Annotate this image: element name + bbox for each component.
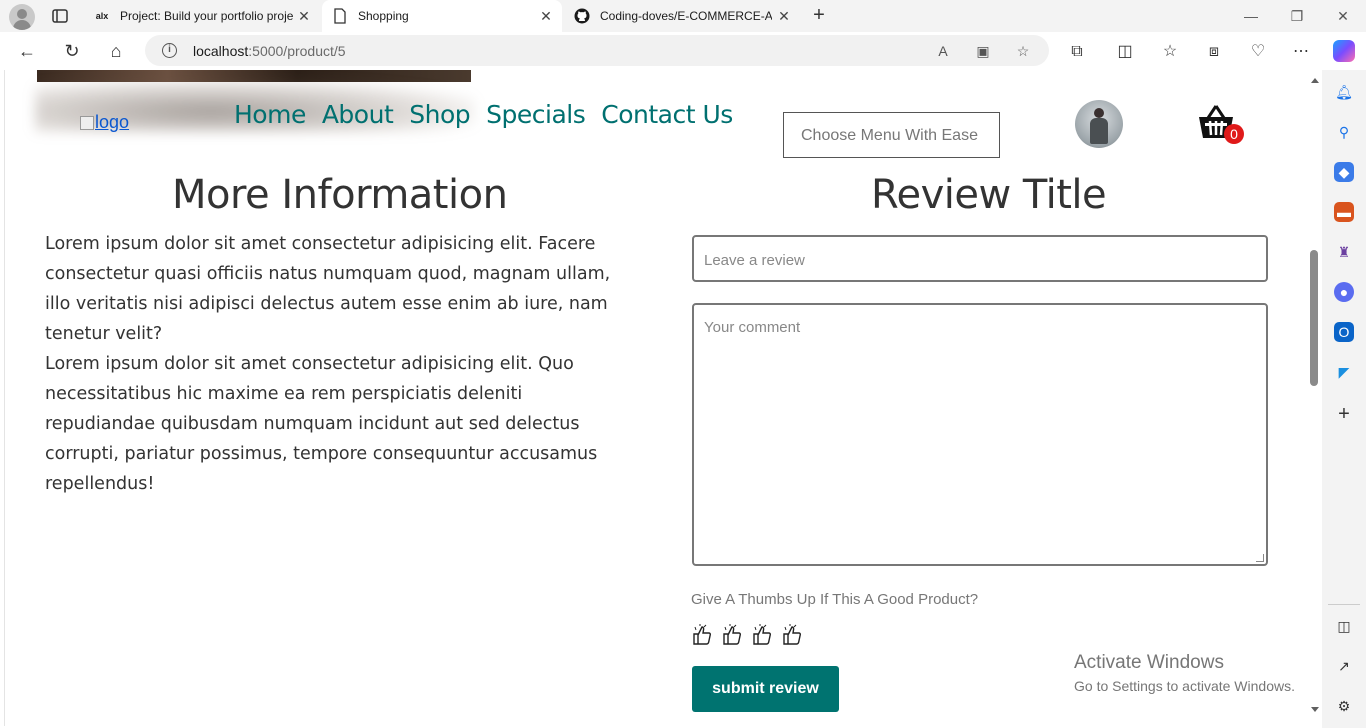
address-bar[interactable]: i localhost:5000/product/5 A ▣ ☆ — [145, 35, 1049, 66]
nav-shop[interactable]: Shop — [409, 100, 470, 129]
thumbs-up-icon[interactable] — [752, 624, 773, 646]
review-title-input[interactable]: Leave a review — [692, 235, 1268, 282]
restore-icon[interactable]: ❐ — [1287, 6, 1307, 26]
home-icon[interactable]: ⌂ — [106, 41, 126, 61]
close-icon[interactable]: ✕ — [296, 8, 312, 24]
favorites-icon[interactable]: ☆ — [1160, 42, 1180, 62]
nav-about[interactable]: About — [322, 100, 394, 129]
product-description: Lorem ipsum dolor sit amet consectetur a… — [45, 229, 615, 499]
minimize-icon[interactable]: — — [1241, 6, 1261, 26]
submit-review-button[interactable]: submit review — [692, 666, 839, 712]
main-nav: Home About Shop Specials Contact Us — [234, 100, 733, 129]
immersive-reader-icon[interactable]: ▣ — [974, 42, 992, 60]
thumbs-question: Give A Thumbs Up If This A Good Product? — [691, 591, 979, 608]
notification-bell-icon[interactable]: 🔔︎ — [1334, 82, 1354, 102]
tab-alx[interactable]: alx Project: Build your portfolio proje … — [84, 0, 320, 32]
windows-activation-watermark: Activate Windows Go to Settings to activ… — [1074, 652, 1295, 694]
resize-handle[interactable] — [1256, 554, 1264, 562]
tab-title: Project: Build your portfolio proje — [120, 9, 294, 23]
thumbs-up-icon[interactable] — [692, 624, 713, 646]
tab-title: Coding-doves/E-COMMERCE-AL — [600, 9, 772, 23]
hide-sidebar-icon[interactable]: ◫ — [1334, 616, 1354, 636]
browser-essentials-icon[interactable]: ♡ — [1248, 42, 1268, 62]
scroll-up-arrow-icon[interactable] — [1311, 78, 1319, 83]
description-paragraph: Lorem ipsum dolor sit amet consectetur a… — [45, 354, 598, 494]
microsoft-365-icon[interactable]: ● — [1334, 282, 1354, 302]
close-icon[interactable]: ✕ — [776, 8, 792, 24]
outlook-icon[interactable]: O — [1334, 322, 1354, 342]
collections-icon[interactable]: ⧈ — [1204, 42, 1224, 62]
page-content: logo Home About Shop Specials Contact Us… — [4, 70, 1307, 726]
menu-select-input[interactable]: Choose Menu With Ease — [783, 112, 1000, 158]
edge-sidebar: 🔔︎ ⚲ ◆ ▬ ♜ ● O ◤ + ◫ ↗ ⚙ — [1322, 70, 1366, 728]
tab-bar: alx Project: Build your portfolio proje … — [0, 0, 1366, 32]
nav-contact-us[interactable]: Contact Us — [601, 100, 733, 129]
nav-specials[interactable]: Specials — [486, 100, 586, 129]
copilot-icon[interactable] — [1333, 40, 1355, 62]
activate-windows-title: Activate Windows — [1074, 652, 1224, 673]
read-aloud-icon[interactable]: A — [934, 42, 952, 60]
tab-title: Shopping — [358, 9, 409, 23]
extensions-icon[interactable]: ⧉ — [1067, 42, 1087, 62]
open-external-icon[interactable]: ↗ — [1334, 656, 1354, 676]
web-page: logo Home About Shop Specials Contact Us… — [0, 70, 1322, 728]
page-icon — [332, 8, 348, 24]
close-icon[interactable]: ✕ — [538, 8, 554, 24]
scrollbar-thumb[interactable] — [1310, 250, 1318, 386]
more-information-title: More Information — [172, 172, 508, 218]
site-info-icon[interactable]: i — [162, 43, 177, 58]
sidebar-divider — [1328, 604, 1360, 605]
github-icon — [574, 8, 590, 24]
comment-textarea[interactable]: Your comment — [692, 303, 1268, 566]
close-window-icon[interactable]: ✕ — [1333, 6, 1353, 26]
split-screen-icon[interactable]: ◫ — [1115, 42, 1135, 62]
add-icon[interactable]: + — [1334, 404, 1354, 424]
activate-windows-subtitle: Go to Settings to activate Windows. — [1074, 678, 1295, 694]
review-title: Review Title — [871, 172, 1107, 218]
search-icon[interactable]: ⚲ — [1334, 122, 1354, 142]
more-menu-icon[interactable]: ⋯ — [1291, 42, 1311, 62]
back-icon[interactable]: ← — [17, 41, 37, 61]
tools-icon[interactable]: ▬ — [1334, 202, 1354, 222]
url-text: localhost:5000/product/5 — [193, 43, 346, 59]
user-avatar[interactable] — [1075, 100, 1123, 148]
logo-link[interactable]: logo — [80, 112, 129, 133]
page-scrollbar[interactable] — [1307, 70, 1322, 728]
thumbs-up-icon[interactable] — [782, 624, 803, 646]
description-paragraph: Lorem ipsum dolor sit amet consectetur a… — [45, 234, 611, 344]
cart-count-badge: 0 — [1224, 124, 1244, 144]
broken-image-icon — [80, 116, 94, 130]
tab-github[interactable]: Coding-doves/E-COMMERCE-AL ✕ — [564, 0, 800, 32]
tab-actions-icon[interactable] — [50, 6, 70, 26]
nav-home[interactable]: Home — [234, 100, 306, 129]
new-tab-icon[interactable]: + — [808, 4, 830, 26]
games-icon[interactable]: ♜ — [1334, 242, 1354, 262]
favorite-star-icon[interactable]: ☆ — [1014, 42, 1032, 60]
settings-gear-icon[interactable]: ⚙ — [1334, 696, 1354, 716]
shopping-tag-icon[interactable]: ◆ — [1334, 162, 1354, 182]
scroll-down-arrow-icon[interactable] — [1311, 707, 1319, 712]
tab-shopping[interactable]: Shopping ✕ — [322, 0, 562, 32]
drop-icon[interactable]: ◤ — [1334, 362, 1354, 382]
refresh-icon[interactable]: ↻ — [62, 41, 82, 61]
profile-icon[interactable] — [9, 4, 35, 30]
alx-icon: alx — [95, 11, 109, 21]
browser-toolbar: ← ↻ ⌂ i localhost:5000/product/5 A ▣ ☆ ⧉… — [0, 32, 1366, 70]
thumbs-up-icon[interactable] — [722, 624, 743, 646]
thumbs-rating — [692, 624, 803, 646]
